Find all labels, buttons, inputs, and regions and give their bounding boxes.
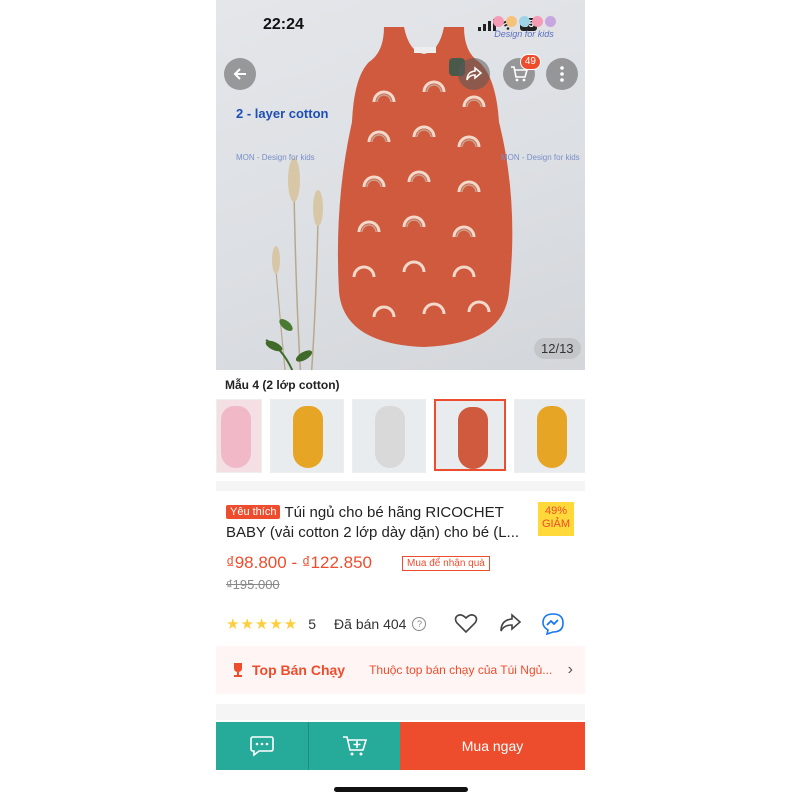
status-time: 22:24 [263,16,304,33]
home-indicator [334,787,468,792]
divider [216,481,585,491]
star-rating-icon: ★★★★★ [226,616,299,633]
sold-count: Đã bán 404 [334,616,407,632]
gift-tag[interactable]: Mua để nhận quà [402,556,490,571]
top-selling-desc: Thuộc top bán chạy của Túi Ngủ... [369,663,553,677]
top-selling-title: Top Bán Chạy [252,662,346,678]
share-icon [466,66,483,81]
chat-icon [250,736,274,757]
watermark-text: MON - Design for kids [501,153,580,162]
more-vertical-icon [560,66,564,82]
phone-screen: 22:24 55 Design for kids [216,0,585,800]
heart-icon[interactable] [454,612,478,634]
rating-value: 5 [308,616,317,632]
variant-thumb[interactable] [352,399,426,473]
image-counter: 12/13 [534,338,581,359]
messenger-icon[interactable] [541,612,565,636]
variant-thumb[interactable] [270,399,344,473]
price-range: ₫98.800 - ₫122.850 [226,553,373,572]
brand-logo: Design for kids [481,16,567,39]
variant-thumb[interactable] [216,399,262,473]
product-image[interactable]: 22:24 55 Design for kids [216,0,585,370]
trophy-icon [234,663,242,677]
sleeping-bag-photo [337,27,513,347]
bottom-action-bar: Mua ngay [216,722,585,770]
discount-percent: 49% [544,505,568,517]
buy-now-button[interactable]: Mua ngay [400,722,585,770]
favorite-tag: Yêu thích [226,505,281,519]
share-button[interactable] [458,58,490,90]
product-title: Yêu thích Túi ngủ cho bé hãng RICOCHET BA… [226,502,538,543]
variant-thumb-selected[interactable] [434,399,506,471]
rating-row: ★★★★★ 5 Đã bán 404 ? [226,612,576,636]
discount-label: GIẢM [541,518,571,530]
variant-thumbnails [216,399,585,473]
variant-thumb[interactable] [514,399,585,473]
top-selling-banner[interactable]: Top Bán Chạy Thuộc top bán chạy của Túi … [216,646,585,694]
help-icon[interactable]: ? [412,617,427,631]
watermark-text: MON - Design for kids [236,153,315,162]
back-button[interactable] [224,58,256,90]
chevron-right-icon: › [567,661,573,678]
share-icon[interactable] [498,612,522,634]
divider [216,704,585,720]
cart-badge: 49 [519,54,541,70]
discount-badge: 49% GIẢM [538,502,574,536]
more-button[interactable] [546,58,578,90]
chat-button[interactable] [216,722,308,770]
brand-text: Design for kids [494,29,554,39]
add-cart-icon [342,736,367,756]
original-price: ₫195.000 [226,577,280,592]
arrow-left-icon [233,68,246,80]
variant-name: Mẫu 4 (2 lớp cotton) [225,378,340,392]
layer-label: 2 - layer cotton [236,106,329,121]
cart-button[interactable]: 49 [503,54,541,90]
add-to-cart-button[interactable] [309,722,400,770]
